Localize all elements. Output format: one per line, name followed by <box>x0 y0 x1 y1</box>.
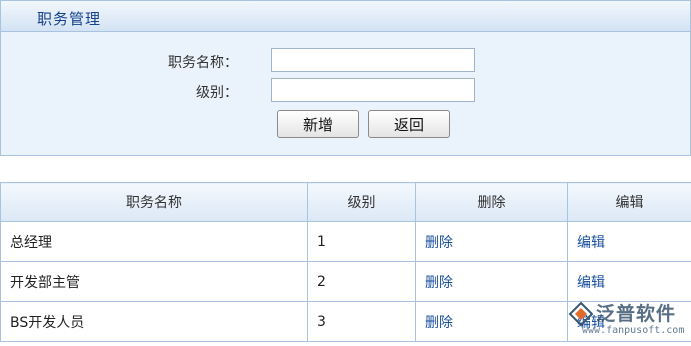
panel-header: 职务管理 <box>1 1 690 32</box>
level-label: 级别： <box>196 85 238 101</box>
table-row: BS开发人员 3 删除 编辑 <box>0 301 691 342</box>
delete-link[interactable]: 删除 <box>425 235 453 251</box>
cell-level: 1 <box>307 221 416 262</box>
job-management-panel: 职务管理 职务名称： 级别： 新增 返回 <box>0 0 691 156</box>
cell-level: 3 <box>307 301 416 342</box>
cell-level: 2 <box>307 261 416 302</box>
edit-link[interactable]: 编辑 <box>577 275 605 291</box>
job-name-row: 职务名称： <box>1 48 690 74</box>
cell-job-name: 总经理 <box>0 221 308 262</box>
back-button[interactable]: 返回 <box>368 110 450 138</box>
edit-link[interactable]: 编辑 <box>577 235 605 251</box>
cell-job-name: 开发部主管 <box>0 261 308 302</box>
job-name-label: 职务名称： <box>168 55 238 71</box>
job-table: 职务名称 级别 删除 编辑 总经理 1 删除 编辑 开发部主管 2 删除 编辑 … <box>0 182 691 342</box>
level-input[interactable] <box>271 78 475 102</box>
level-row: 级别： <box>1 78 690 104</box>
column-header-edit: 编辑 <box>567 182 691 222</box>
table-header-row: 职务名称 级别 删除 编辑 <box>0 182 691 222</box>
edit-link[interactable]: 编辑 <box>577 315 605 331</box>
delete-link[interactable]: 删除 <box>425 275 453 291</box>
job-name-input[interactable] <box>271 48 475 72</box>
table-row: 开发部主管 2 删除 编辑 <box>0 261 691 302</box>
table-row: 总经理 1 删除 编辑 <box>0 221 691 262</box>
delete-link[interactable]: 删除 <box>425 315 453 331</box>
column-header-job-name[interactable]: 职务名称 <box>0 182 308 222</box>
cell-job-name: BS开发人员 <box>0 301 308 342</box>
add-button[interactable]: 新增 <box>277 110 359 138</box>
column-header-level[interactable]: 级别 <box>307 182 416 222</box>
column-header-delete: 删除 <box>415 182 568 222</box>
panel-title: 职务管理 <box>37 10 102 28</box>
